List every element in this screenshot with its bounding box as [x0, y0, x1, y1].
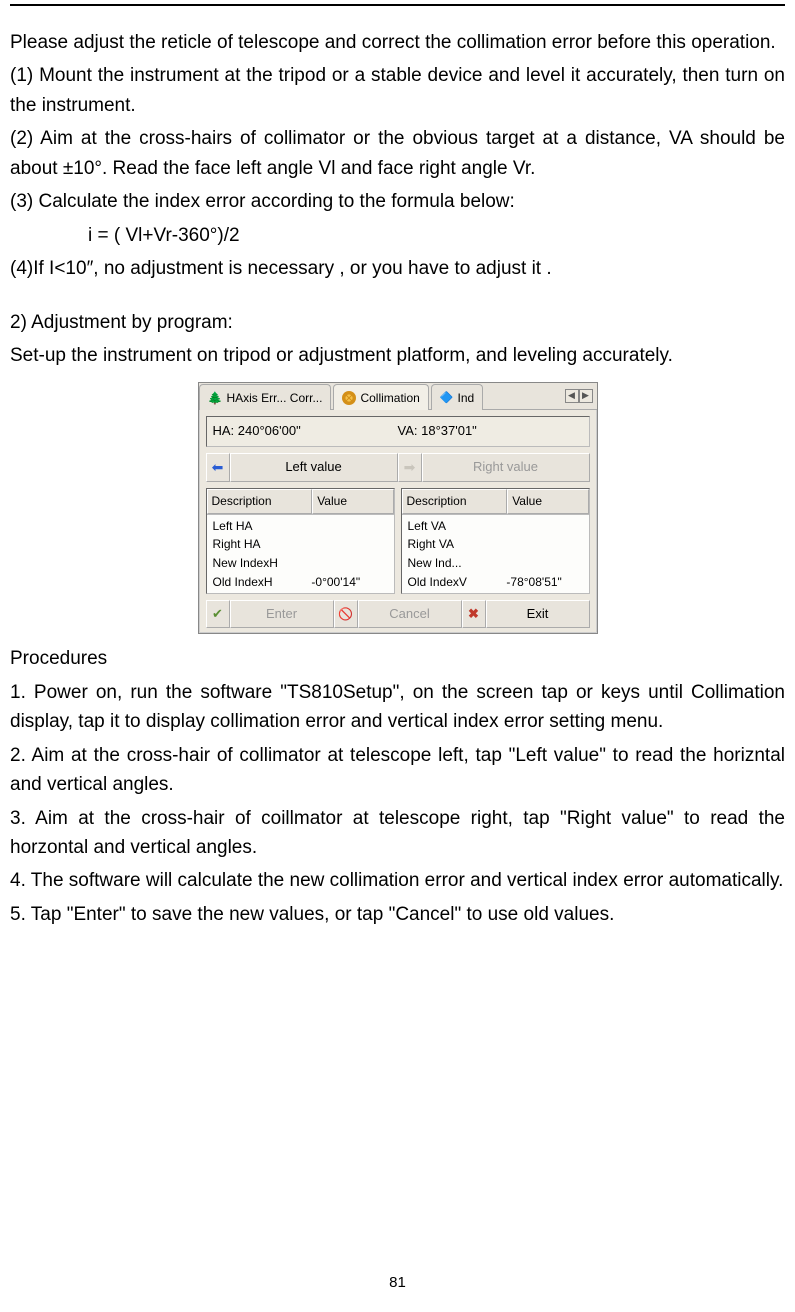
intro-text: Please adjust the reticle of telescope a…	[10, 28, 785, 57]
procedure-3: 3. Aim at the cross-hair of coillmator a…	[10, 804, 785, 863]
tree-icon	[208, 389, 223, 408]
tab-collimation-label: Collimation	[360, 389, 419, 408]
step-1: (1) Mount the instrument at the tripod o…	[10, 61, 785, 120]
list-item: Old IndexV-78°08'51"	[404, 573, 587, 592]
collimation-icon	[342, 391, 356, 405]
right-value-button[interactable]: Right value	[422, 453, 590, 483]
procedure-4: 4. The software will calculate the new c…	[10, 866, 785, 895]
tab-body: HA: 240°06'00" VA: 18°37'01" Left value …	[199, 410, 597, 633]
enter-icon-button[interactable]	[206, 600, 230, 628]
check-icon	[212, 604, 223, 624]
procedure-1: 1. Power on, run the software "TS810Setu…	[10, 678, 785, 737]
tab-strip: HAxis Err... Corr... Collimation Ind ◀ ▶	[199, 383, 597, 410]
tab-ind-label: Ind	[458, 389, 475, 408]
exit-button[interactable]: Exit	[486, 600, 590, 628]
cancel-icon-button[interactable]	[334, 600, 358, 628]
page-top-rule	[10, 4, 785, 6]
close-icon	[468, 604, 479, 624]
list-item: Right VA	[404, 535, 587, 554]
procedure-2: 2. Aim at the cross-hair of collimator a…	[10, 741, 785, 800]
adjustment-heading: 2) Adjustment by program:	[10, 308, 785, 337]
left-value-button[interactable]: Left value	[230, 453, 398, 483]
tab-haxis-label: HAxis Err... Corr...	[226, 389, 322, 408]
adjustment-body: Set-up the instrument on tripod or adjus…	[10, 341, 785, 370]
right-arrow-button[interactable]	[398, 453, 422, 483]
enter-button[interactable]: Enter	[230, 600, 334, 628]
tab-ind[interactable]: Ind	[431, 384, 483, 410]
procedure-5: 5. Tap "Enter" to save the new values, o…	[10, 900, 785, 929]
list-item: Right HA	[209, 535, 392, 554]
tab-scroll-left[interactable]: ◀	[565, 389, 579, 403]
step-4: (4)If I<10″, no adjustment is necessary …	[10, 254, 785, 283]
exit-icon-button[interactable]	[462, 600, 486, 628]
page-number: 81	[0, 1271, 795, 1294]
list-item: Old IndexH-0°00'14"	[209, 573, 392, 592]
arrow-left-icon	[212, 457, 224, 479]
tab-haxis-err[interactable]: HAxis Err... Corr...	[199, 384, 332, 410]
ha-label: HA:	[213, 423, 235, 438]
list-item: New Ind...	[404, 554, 587, 573]
arrow-right-icon	[404, 457, 416, 479]
angle-readout: HA: 240°06'00" VA: 18°37'01"	[206, 416, 590, 446]
list-item: Left HA	[209, 517, 392, 536]
va-label: VA:	[398, 423, 418, 438]
tab-collimation[interactable]: Collimation	[333, 384, 428, 410]
ha-value: 240°06'00"	[238, 423, 301, 438]
tab-scroll-arrows: ◀ ▶	[565, 383, 597, 409]
formula: i = ( Vl+Vr-360°)/2	[10, 221, 785, 250]
no-entry-icon	[338, 604, 353, 624]
cancel-button[interactable]: Cancel	[358, 600, 462, 628]
col-description: Description	[402, 489, 508, 514]
left-value-list[interactable]: Description Value Left HA Right HA New I…	[206, 488, 395, 594]
tab-scroll-right[interactable]: ▶	[579, 389, 593, 403]
left-arrow-button[interactable]	[206, 453, 230, 483]
index-icon	[440, 388, 454, 407]
collimation-dialog: HAxis Err... Corr... Collimation Ind ◀ ▶…	[198, 382, 598, 634]
col-value: Value	[312, 489, 393, 514]
list-item: New IndexH	[209, 554, 392, 573]
step-3: (3) Calculate the index error according …	[10, 187, 785, 216]
right-value-list[interactable]: Description Value Left VA Right VA New I…	[401, 488, 590, 594]
va-value: 18°37'01"	[421, 423, 477, 438]
col-description: Description	[207, 489, 313, 514]
procedures-heading: Procedures	[10, 644, 785, 673]
step-2: (2) Aim at the cross-hairs of collimator…	[10, 124, 785, 183]
list-item: Left VA	[404, 517, 587, 536]
col-value: Value	[507, 489, 588, 514]
